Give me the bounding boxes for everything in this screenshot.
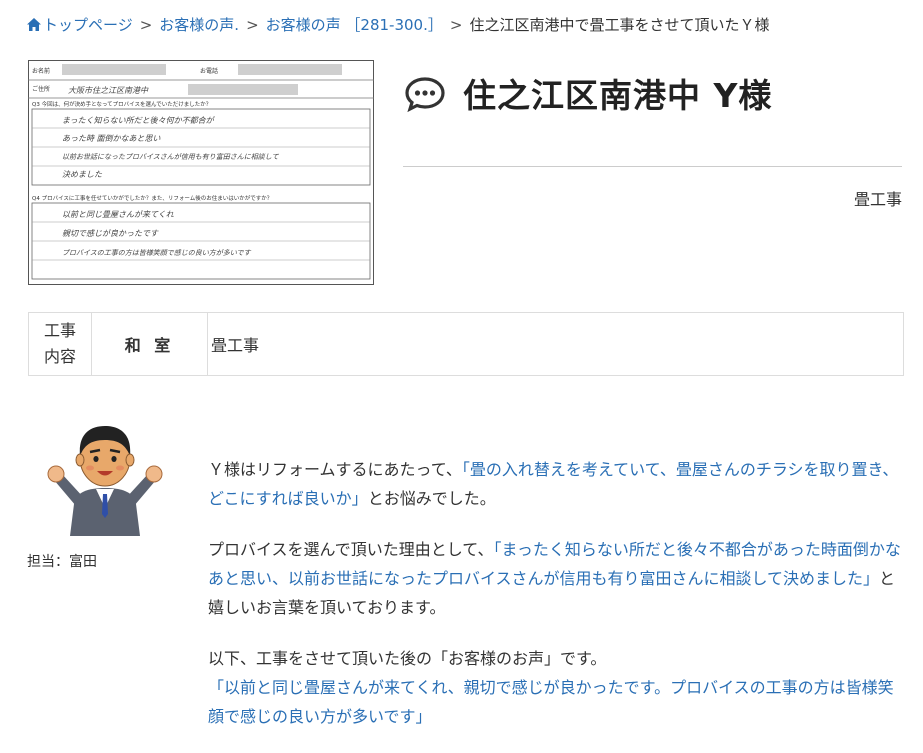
staff-label: 担当：富田 [27,554,97,570]
breadcrumb-home-link[interactable]: トップページ [43,16,133,34]
scan-q3-handwriting-1: まったく知らない所だと後々何か不都合が [62,116,216,125]
work-table-header-line1: 工事 [43,321,76,340]
breadcrumb-current: 住之江区南港中で畳工事をさせて頂いたＹ様 [469,16,770,34]
scan-q3-handwriting-4: 決めました [62,170,103,179]
breadcrumb-separator: > [246,16,259,34]
breadcrumb-voices-link[interactable]: お客様の声. [159,16,239,34]
questionnaire-scan-image: お名前 お電話 ご住所 大阪市住之江区南港中 Q3 今回は、何が決め手となってプ… [28,60,374,285]
testimonial-paragraph-1: Ｙ様はリフォームするにあたって、「畳の入れ替えを考えていて、畳屋さんのチラシを取… [208,455,904,513]
work-table-room: 和 室 [92,313,208,375]
staff-avatar-illustration [47,426,163,536]
scan-q3-handwriting-3: 以前お世話になったプロバイスさんが信用も有り富田さんに相談して [62,153,280,161]
category-label: 畳工事 [853,190,902,209]
scan-address-handwriting: 大阪市住之江区南港中 [68,86,149,95]
paragraph-1-intro: Ｙ様はリフォームするにあたって、 [208,460,462,479]
page-title-block: 住之江区南港中 Y様 [405,68,772,118]
scan-q4-handwriting-2: 親切で感じが良かったです [62,229,159,238]
scan-q4-handwriting-3: プロバイスの工事の方は皆様笑顔で感じの良い方が多いです [62,249,252,257]
scan-kana-label: お電話 [200,67,218,75]
speech-bubble-icon [405,77,445,113]
paragraph-1-outro: とお悩みでした。 [367,489,496,508]
work-table-header-line2: 内容 [43,347,76,366]
scan-q3-label: Q3 今回は、何が決め手となってプロバイスを選んでいただけましたか？ [32,100,211,108]
testimonial-content: Ｙ様はリフォームするにあたって、「畳の入れ替えを考えていて、畳屋さんのチラシを取… [208,455,904,753]
work-table-header: 工事 内容 [29,313,92,375]
scan-q4-handwriting-1: 以前と同じ畳屋さんが来てくれ [62,210,175,219]
scan-q3-handwriting-2: あった時 面倒かなあと思い [62,134,161,143]
title-divider [403,166,902,167]
work-table-work: 畳工事 [211,336,260,355]
scan-name-label: お名前 [32,67,50,75]
page-title: 住之江区南港中 Y様 [463,76,773,115]
breadcrumb-separator: > [449,16,463,34]
testimonial-paragraph-3: 以下、工事をさせて頂いた後の「お客様のお声」です。「以前と同じ畳屋さんが来てくれ… [208,644,904,731]
scan-q4-label: Q4 プロバイスに工事を任せていかがでしたか？また、リフォーム後のお住まいはいか… [32,194,272,202]
work-content-table: 工事 内容 和 室 畳工事 [28,312,904,376]
breadcrumb-separator: > [139,16,153,34]
scan-address-label: ご住所 [32,85,50,93]
paragraph-3-intro: 以下、工事をさせて頂いた後の「お客様のお声」です。 [208,649,607,668]
paragraph-2-intro: プロバイスを選んで頂いた理由として、 [208,540,494,559]
testimonial-paragraph-2: プロバイスを選んで頂いた理由として、「まったく知らない所だと後々不都合があった時… [208,535,904,622]
paragraph-3-quote: 「以前と同じ畳屋さんが来てくれ、親切で感じが良かったです。プロバイスの工事の方は… [208,678,894,726]
breadcrumb: トップページ > お客様の声. > お客様の声 ［281-300.］ > 住之江区南港中で畳… [27,14,769,35]
breadcrumb-voices-range-link[interactable]: お客様の声 ［281-300.］ [266,16,443,34]
home-icon [27,18,41,31]
